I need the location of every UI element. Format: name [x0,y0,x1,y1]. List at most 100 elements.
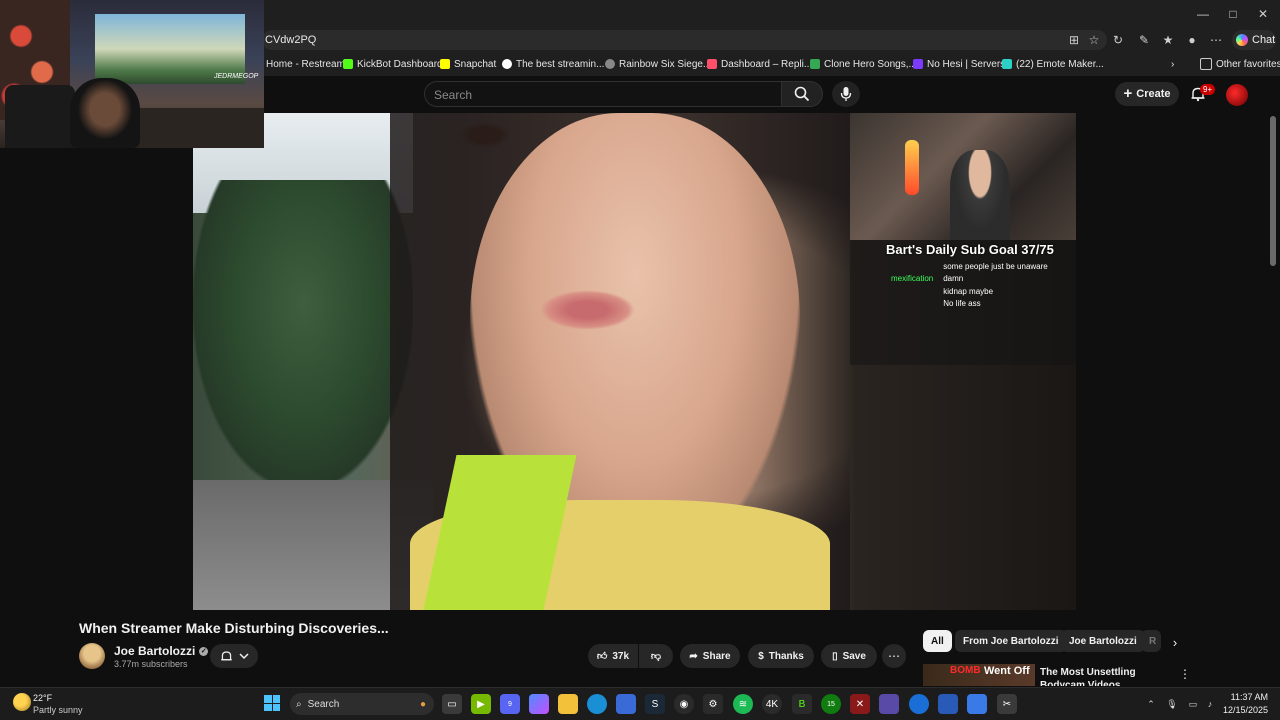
spotify-icon[interactable]: ≋ [733,694,753,714]
favorite-link[interactable]: Dashboard – Repli... [707,56,812,72]
taskbar-search[interactable]: ⌕ Search ● [290,693,434,715]
favorites-icon[interactable]: ★ [1160,32,1176,48]
chips-next-chevron-icon[interactable]: › [1166,632,1184,652]
weather-temperature[interactable]: 22°F [33,693,52,703]
menu-dots-icon[interactable]: ⋯ [1208,32,1224,48]
webcam-chair [5,85,75,148]
favorite-link[interactable]: Snapchat [440,56,496,72]
fav-label: No Hesi | Servers [927,58,1006,70]
obs-icon[interactable]: ◉ [674,694,694,714]
minimize-button[interactable]: — [1188,4,1218,24]
blue-app-icon[interactable] [909,694,929,714]
fav-label: Snapchat [454,58,497,70]
share-label: Share [702,650,731,662]
weather-condition[interactable]: Partly sunny [33,705,83,715]
purple-app-icon[interactable] [879,694,899,714]
tray-overflow-chevron-icon[interactable]: ⌃ [1144,697,1158,711]
search-icon [794,86,810,102]
search-highlight-icon: ● [419,698,426,710]
chat-message: damn [943,274,964,283]
bell-icon [220,650,232,660]
super-thanks-icon: $ [758,650,764,662]
favorites-overflow-chevron-icon[interactable]: › [1171,56,1174,72]
nvidia-icon[interactable]: ▶ [471,694,491,714]
voice-search-button[interactable] [832,81,860,107]
address-bar[interactable] [262,30,1107,50]
other-favorites[interactable]: Other favorites [1200,56,1280,72]
fav-label: The best streamin... [516,58,605,70]
taskbar-date[interactable]: 12/15/2025 [1220,705,1268,715]
ms-store-icon[interactable] [616,694,636,714]
emote-maker-icon [1002,59,1012,69]
weather-icon[interactable] [13,693,31,711]
copilot-app-icon[interactable] [529,694,549,714]
refresh-extension-icon[interactable]: ↻ [1110,32,1126,48]
favorite-link[interactable]: KickBot Dashboard [343,56,443,72]
windows-start-icon[interactable] [264,695,280,711]
app-available-icon[interactable]: ⊞ [1066,32,1082,48]
verified-check-icon: ✓ [199,646,209,656]
plus-icon: + [1123,85,1133,102]
thanks-button[interactable]: $ Thanks [748,644,814,668]
copilot-chat-button[interactable]: Chat [1232,30,1276,50]
close-window-button[interactable]: ✕ [1248,4,1278,24]
overlay-chat-line: kidnap maybe [855,287,993,296]
search-button[interactable] [781,81,823,107]
capcut-icon[interactable]: ✂ [997,694,1017,714]
xbox-icon[interactable]: 15 [821,694,841,714]
search-placeholder: Search [434,88,473,102]
browser-app-icon[interactable] [938,694,958,714]
account-avatar[interactable] [1226,84,1248,106]
thumbs-up-icon: 👍︎ [596,651,608,662]
save-button[interactable]: ▯ Save [821,644,877,668]
dashboard-icon [707,59,717,69]
more-actions-button[interactable]: ⋯ [882,644,906,668]
steam-icon[interactable]: S [645,694,665,714]
favorite-link[interactable]: (22) Emote Maker... [1002,56,1104,72]
like-button[interactable]: 👍︎ 37k [588,644,638,668]
chip-from-channel[interactable]: From Joe Bartolozzi [955,630,1067,652]
edge-browser-icon[interactable] [587,694,607,714]
favorite-link[interactable]: Rainbow Six Siege... [605,56,711,72]
extensions-icon[interactable]: ✎ [1136,32,1152,48]
file-explorer-icon[interactable] [558,694,578,714]
dislike-button[interactable]: 👎︎ [639,644,673,668]
search-input[interactable] [424,81,781,107]
fav-label: Clone Hero Songs,... [824,58,917,70]
recommendation-menu-icon[interactable]: ⋮ [1178,666,1192,682]
task-view-icon[interactable]: ▭ [442,694,462,714]
favorite-link[interactable]: Home - Restream [266,56,345,72]
share-button[interactable]: ➦ Share [680,644,740,668]
favorite-link[interactable]: No Hesi | Servers [913,56,1005,72]
favorite-link[interactable]: The best streamin... [502,56,604,72]
overlay-chat-line: mexification damn [855,274,963,283]
favorite-link[interactable]: Clone Hero Songs,... [810,56,917,72]
tray-microphone-icon[interactable]: 🎙︎ [1165,697,1179,711]
red-app-icon[interactable]: ✕ [850,694,870,714]
recommendation-title[interactable]: The Most Unsettling Bodycam Videos [1040,666,1180,686]
tray-volume-icon[interactable]: ♪ [1203,697,1217,711]
chip-channel[interactable]: Joe Bartolozzi [1061,630,1145,652]
discord-icon[interactable]: 9 [500,694,520,714]
thumbnail-text-went-off: Went Off [984,665,1030,677]
b-app-icon[interactable]: B [792,694,812,714]
window-app-icon[interactable] [967,694,987,714]
maximize-button[interactable]: □ [1218,4,1248,24]
chip-truncated[interactable]: R [1141,630,1161,652]
windows-taskbar [0,687,1280,720]
subscription-bell-button[interactable] [210,644,258,668]
fav-label: Home - Restream [266,58,345,70]
chip-all[interactable]: All [923,630,952,652]
taskbar-clock[interactable]: 11:37 AM [1224,692,1268,702]
fav-label: (22) Emote Maker... [1016,58,1104,70]
profile-icon[interactable]: ● [1184,32,1200,48]
favorite-star-icon[interactable]: ☆ [1086,32,1102,48]
create-button[interactable]: + Create [1115,82,1179,106]
subscriber-count: 3.77m subscribers [114,659,188,669]
tray-display-icon[interactable]: ▭ [1186,697,1200,711]
settings-gear-icon[interactable]: ⚙ [703,694,723,714]
channel-name-link[interactable]: Joe Bartolozzi ✓ [114,644,209,658]
4k-video-icon[interactable]: 4K [762,694,782,714]
channel-avatar[interactable] [79,643,105,669]
scrollbar-thumb[interactable] [1270,116,1276,266]
